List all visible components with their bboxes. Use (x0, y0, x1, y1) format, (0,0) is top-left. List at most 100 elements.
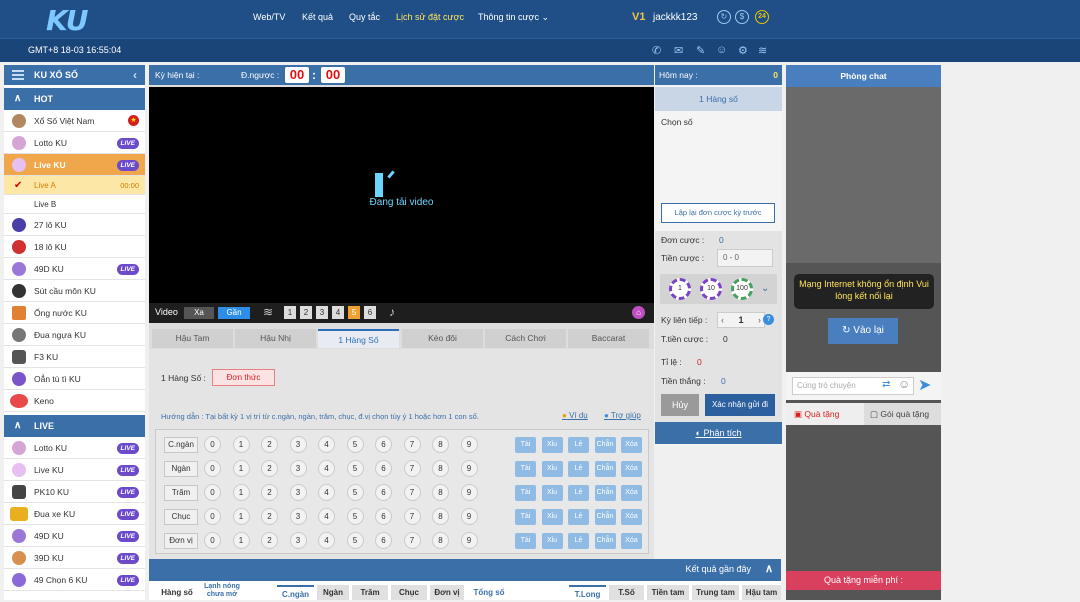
quick-select-button[interactable]: Xóa (621, 437, 642, 453)
fullscreen-icon[interactable]: ⌂ (632, 306, 645, 319)
digit-ball[interactable]: 6 (375, 508, 392, 525)
support-24-icon[interactable]: 24 (755, 10, 769, 24)
minus-icon[interactable]: ‹ (718, 313, 724, 327)
confirm-bet-button[interactable]: Xác nhận gửi đi (705, 394, 775, 416)
tab-1-hang-so[interactable]: 1 Hàng Số (318, 329, 399, 348)
digit-ball[interactable]: 1 (232, 436, 250, 453)
tab-goi-qua[interactable]: ▢ Gói quà tặng (864, 403, 941, 425)
quick-select-button[interactable]: Chẵn (594, 509, 616, 525)
quick-select-button[interactable]: Xỉu (541, 485, 563, 501)
camera-5[interactable]: 5 (348, 306, 360, 319)
refresh-icon[interactable]: ↻ (717, 10, 731, 24)
vi-du-link[interactable]: ● Ví dụ (562, 411, 588, 420)
tab-chuc[interactable]: Chục (391, 585, 427, 600)
digit-ball[interactable]: 5 (346, 460, 364, 477)
camera-4[interactable]: 4 (332, 306, 344, 319)
quick-select-button[interactable]: Tài (515, 437, 536, 453)
tab-t-long[interactable]: T.Long (569, 585, 606, 600)
chip-10[interactable]: 10 (700, 278, 722, 300)
wifi-icon[interactable]: ≋ (758, 44, 767, 57)
camera-6[interactable]: 6 (364, 306, 376, 319)
digit-ball[interactable]: 1 (232, 508, 250, 525)
row-label[interactable]: C.ngàn (164, 437, 198, 453)
digit-ball[interactable]: 9 (460, 484, 478, 501)
digit-ball[interactable]: 3 (289, 460, 307, 477)
digit-ball[interactable]: 9 (460, 532, 478, 549)
digit-ball[interactable]: 0 (204, 436, 221, 453)
nav-thong-tin[interactable]: Thông tin cược ⌄ (478, 12, 549, 23)
sidebar-live-39d[interactable]: 39D KU LIVE (4, 547, 145, 569)
nav-web-tv[interactable]: Web/TV (253, 12, 285, 22)
quick-select-button[interactable]: Tài (515, 533, 536, 549)
sidebar-item-ong-nuoc[interactable]: Ống nước KU (4, 302, 145, 324)
collapse-icon[interactable]: ‹ (133, 65, 137, 85)
digit-ball[interactable]: 7 (403, 484, 421, 501)
quick-select-button[interactable]: Chẵn (594, 437, 616, 453)
quick-select-button[interactable]: Lẻ (568, 485, 589, 501)
digit-ball[interactable]: 6 (375, 460, 392, 477)
help-icon[interactable]: ? (763, 314, 774, 325)
quick-select-button[interactable]: Chẵn (594, 485, 616, 501)
sidebar-live-49d[interactable]: 49D KU LIVE (4, 525, 145, 547)
quick-select-button[interactable]: Xóa (621, 509, 642, 525)
digit-ball[interactable]: 9 (460, 460, 478, 477)
don-thuc-button[interactable]: Đơn thức (212, 369, 275, 386)
emoji-icon[interactable]: ☺ (898, 377, 910, 391)
chevron-down-icon[interactable]: ⌄ (761, 283, 769, 294)
quick-select-button[interactable]: Xỉu (541, 437, 563, 453)
digit-ball[interactable]: 8 (432, 508, 449, 525)
digit-ball[interactable]: 8 (432, 484, 449, 501)
digit-ball[interactable]: 4 (318, 532, 335, 549)
tab-don-vi[interactable]: Đơn vị (430, 585, 464, 600)
reconnect-button[interactable]: ↻ Vào lại (828, 318, 898, 344)
volume-icon[interactable]: ♪ (389, 305, 395, 319)
camera-3[interactable]: 3 (316, 306, 328, 319)
digit-ball[interactable]: 2 (261, 532, 278, 549)
digit-ball[interactable]: 3 (289, 484, 307, 501)
sidebar-item-keno[interactable]: Keno (4, 390, 145, 412)
sidebar-item-dua-ngua[interactable]: Đua ngựa KU (4, 324, 145, 346)
quick-select-button[interactable]: Tài (515, 509, 536, 525)
digit-ball[interactable]: 0 (204, 484, 221, 501)
section-hot[interactable]: ∧ HOT (4, 88, 145, 110)
tools-icon[interactable]: ✎ (696, 44, 705, 57)
digit-ball[interactable]: 2 (261, 484, 278, 501)
quick-select-button[interactable]: Xóa (621, 485, 642, 501)
sidebar-item-oan-tu-ti[interactable]: Oẳn tù tì KU (4, 368, 145, 390)
row-label[interactable]: Ngàn (164, 461, 198, 477)
bet-amount-input[interactable]: 0 - 0 (717, 249, 773, 267)
free-gift-bar[interactable]: Quà tặng miễn phí : (786, 571, 941, 590)
video-player[interactable]: Đang tải video (149, 87, 654, 303)
tab-lanh-nong[interactable]: Lạnh nóng chưa mở (199, 583, 245, 600)
tab-ngan[interactable]: Ngàn (317, 585, 349, 600)
digit-ball[interactable]: 5 (346, 436, 364, 453)
quick-select-button[interactable]: Xỉu (541, 509, 563, 525)
view-far-button[interactable]: Xa (184, 307, 214, 319)
digit-ball[interactable]: 6 (375, 532, 392, 549)
tab-tram[interactable]: Trăm (352, 585, 388, 600)
sidebar-live-49chon6[interactable]: 49 Chọn 6 KU LIVE (4, 569, 145, 591)
quick-select-button[interactable]: Xóa (621, 533, 642, 549)
sidebar-sub-live-a[interactable]: ✔ Live A 00:00 (4, 176, 145, 195)
repeat-last-bet-button[interactable]: Lập lại đơn cược kỳ trước (661, 203, 775, 223)
digit-ball[interactable]: 3 (289, 532, 307, 549)
swap-icon[interactable]: ⇄ (882, 379, 890, 390)
sidebar-item-27lo[interactable]: 27 lô KU (4, 214, 145, 236)
digit-ball[interactable]: 0 (204, 508, 221, 525)
digit-ball[interactable]: 7 (403, 508, 421, 525)
quick-select-button[interactable]: Lẻ (568, 461, 589, 477)
view-near-button[interactable]: Gần (218, 307, 250, 319)
digit-ball[interactable]: 1 (232, 460, 250, 477)
tab-tien-tam[interactable]: Tiền tam (647, 585, 689, 600)
digit-ball[interactable]: 2 (261, 436, 278, 453)
quick-select-button[interactable]: Xỉu (541, 533, 563, 549)
sidebar-sub-live-b[interactable]: Live B (4, 195, 145, 214)
sidebar-live-pk10[interactable]: PK10 KU LIVE (4, 481, 145, 503)
logo[interactable]: KU (46, 4, 88, 37)
nav-quy-tac[interactable]: Quy tắc (349, 12, 380, 22)
sidebar-item-f3[interactable]: F3 KU (4, 346, 145, 368)
tro-giup-link[interactable]: ● Trợ giúp (604, 411, 641, 420)
analysis-link[interactable]: ◐ Phân tích (655, 422, 782, 444)
digit-ball[interactable]: 5 (346, 484, 364, 501)
sidebar-item-lotto[interactable]: Lotto KU LIVE (4, 132, 145, 154)
